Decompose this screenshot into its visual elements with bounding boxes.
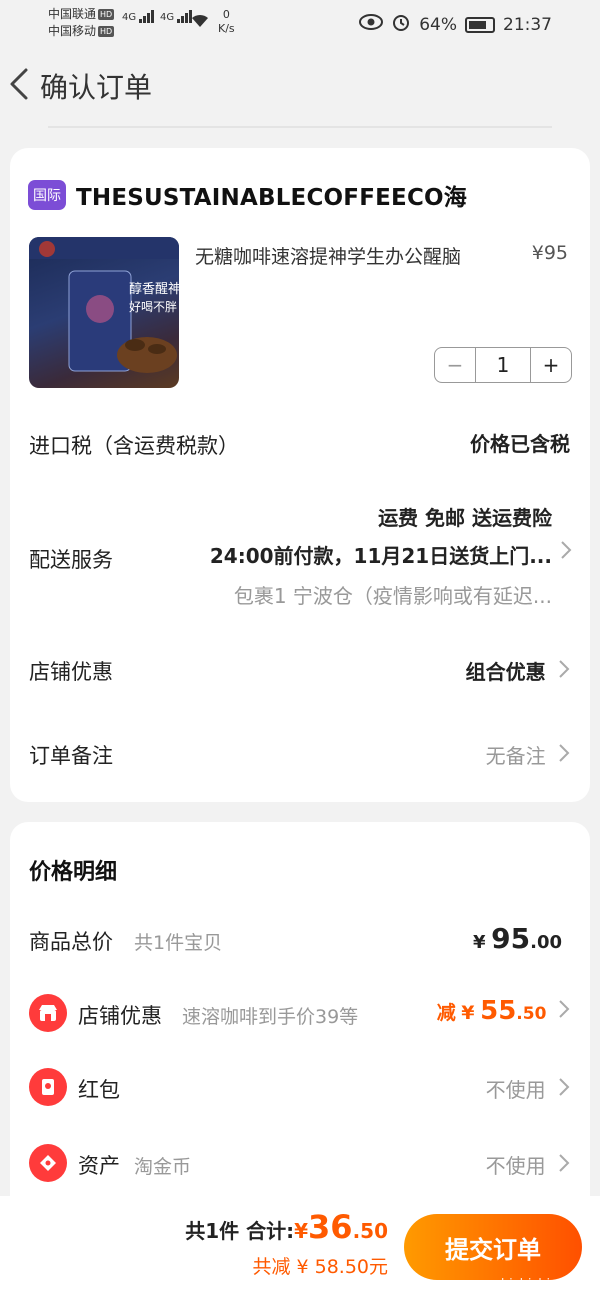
page-header: 确认订单 (0, 48, 600, 124)
quantity-value[interactable]: 1 (475, 348, 531, 382)
price-detail-title: 价格明细 (29, 860, 118, 885)
increase-button[interactable]: + (531, 353, 571, 377)
decrease-button[interactable]: − (435, 353, 475, 377)
submit-order-label: 提交订单 (445, 1235, 541, 1264)
delivery-warehouse[interactable]: 包裹1 宁波仓（疫情影响或有延迟... (234, 580, 552, 609)
store-header[interactable]: 国际 THESUSTAINABLECOFFEECO海 (28, 178, 467, 212)
import-tax-label: 进口税（含运费税款） (29, 434, 239, 458)
carrier-info: 中国联通 HD 中国移动 HD (48, 6, 115, 40)
shop-discount-value[interactable]: 减 ¥ 55.50 (437, 996, 570, 1026)
delivery-time[interactable]: 24:00前付款，11月21日送货上门... (210, 540, 552, 569)
alarm-icon (391, 12, 411, 37)
eye-icon (359, 14, 384, 35)
submit-order-button[interactable]: 提交订单 (404, 1214, 582, 1280)
battery-icon (465, 16, 495, 33)
store-discount-label: 店铺优惠 (29, 660, 113, 684)
delivery-fee[interactable]: 运费 免邮 送运费险 (378, 502, 552, 531)
product-price: ¥95 (531, 242, 568, 264)
red-packet-value: 不使用 (485, 1078, 546, 1102)
watermark: zhizhizhi.com (494, 1277, 582, 1292)
store-name: THESUSTAINABLECOFFEECO海 (76, 185, 467, 211)
order-note-row[interactable]: 无备注 (486, 740, 570, 769)
assets-value: 不使用 (485, 1154, 546, 1178)
price-detail-card: 价格明细 商品总价 共1件宝贝 ¥ 95.00 店铺优惠 速溶咖啡到手价39等 … (10, 822, 590, 1222)
carrier-1: 中国联通 (48, 7, 97, 21)
international-badge: 国际 (28, 180, 66, 210)
clock-time: 21:37 (503, 14, 552, 35)
order-note-value: 无备注 (485, 744, 546, 768)
order-note-label: 订单备注 (29, 744, 113, 768)
coffee-package-icon: 醇香醒神 好喝不胖 (29, 237, 179, 373)
chevron-right-icon[interactable] (560, 540, 572, 566)
chevron-right-icon (558, 743, 570, 769)
hd-badge: HD (98, 26, 115, 37)
battery-percent: 64% (419, 14, 457, 35)
chevron-right-icon (558, 1153, 570, 1179)
signal-icon: 4G (160, 10, 193, 23)
red-packet-icon (29, 1068, 67, 1106)
wifi-icon (190, 12, 210, 31)
status-bar: 中国联通 HD 中国移动 HD 4G 4G 0 K/s 64% 21:37 (0, 0, 600, 48)
total-saved: 共减 ¥ 58.50元 (252, 1256, 388, 1278)
svg-text:醇香醒神: 醇香醒神 (129, 281, 179, 297)
hd-badge: HD (98, 9, 115, 20)
goods-total-value: ¥ 95.00 (473, 922, 562, 955)
assets-label: 资产 (78, 1154, 120, 1178)
goods-total-sub: 共1件宝贝 (134, 932, 223, 954)
red-packet-row[interactable]: 不使用 (486, 1074, 570, 1103)
back-button[interactable] (6, 64, 36, 104)
goods-total-label: 商品总价 (29, 930, 113, 954)
page-title: 确认订单 (40, 71, 153, 104)
header-divider (48, 126, 552, 128)
import-tax-value: 价格已含税 (470, 432, 570, 456)
carrier-2: 中国移动 (48, 24, 97, 38)
shop-discount-label: 店铺优惠 (78, 1004, 162, 1028)
delivery-label: 配送服务 (29, 548, 113, 572)
status-right: 64% 21:37 (359, 12, 552, 37)
order-total: 共1件 合计:¥36.50 (185, 1208, 388, 1246)
chevron-right-icon (558, 659, 570, 685)
product-title[interactable]: 无糖咖啡速溶提神学生办公醒脑 (195, 242, 461, 269)
shop-icon (29, 994, 67, 1032)
net-speed: 0 K/s (218, 8, 235, 35)
shop-discount-sub: 速溶咖啡到手价39等 (182, 1006, 359, 1028)
store-discount-value: 组合优惠 (465, 660, 546, 684)
assets-icon (29, 1144, 67, 1182)
assets-sub: 淘金币 (134, 1156, 192, 1178)
signal-icon: 4G (122, 10, 155, 23)
red-packet-label: 红包 (78, 1078, 120, 1102)
product-image[interactable]: 醇香醒神 好喝不胖 (29, 237, 179, 388)
checkout-bar: 共1件 合计:¥36.50 共减 ¥ 58.50元 提交订单 zhizhizhi… (0, 1196, 600, 1300)
order-card: 国际 THESUSTAINABLECOFFEECO海 醇香醒神 好喝不胖 无糖咖… (10, 148, 590, 802)
chevron-left-icon (10, 68, 28, 100)
store-discount-row[interactable]: 组合优惠 (466, 656, 570, 685)
chevron-right-icon (558, 999, 570, 1025)
svg-text:好喝不胖: 好喝不胖 (129, 300, 177, 314)
quantity-stepper: − 1 + (434, 347, 572, 383)
assets-row[interactable]: 不使用 (486, 1150, 570, 1179)
chevron-right-icon (558, 1077, 570, 1103)
